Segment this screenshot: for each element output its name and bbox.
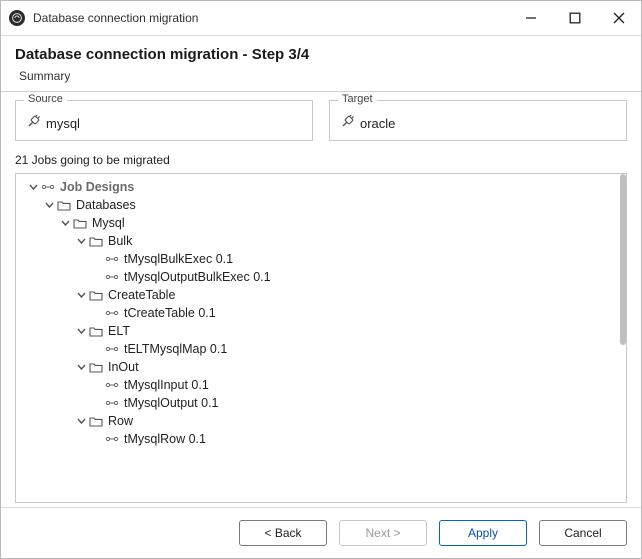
summary-area: 21 Jobs going to be migrated Job Designs… — [1, 151, 641, 507]
job-icon — [104, 270, 120, 284]
source-legend: Source — [24, 93, 67, 105]
chevron-down-icon[interactable] — [74, 237, 88, 246]
chevron-down-icon[interactable] — [58, 219, 72, 228]
tree-job-item[interactable]: tMysqlOutputBulkExec 0.1 — [20, 268, 626, 286]
cancel-button[interactable]: Cancel — [539, 520, 627, 546]
job-icon — [104, 252, 120, 266]
job-icon — [104, 378, 120, 392]
folder-icon — [88, 234, 104, 248]
target-group: Target oracle — [329, 100, 627, 141]
folder-icon — [88, 288, 104, 302]
folder-icon — [56, 198, 72, 212]
tree-folder-label: Mysql — [92, 216, 125, 230]
tree-folder-label: CreateTable — [108, 288, 175, 302]
connection-row: Source mysql Target oracle — [1, 92, 641, 151]
chevron-down-icon[interactable] — [74, 327, 88, 336]
page-subtitle: Summary — [15, 69, 627, 83]
tree-job-item[interactable]: tMysqlBulkExec 0.1 — [20, 250, 626, 268]
wizard-header: Database connection migration - Step 3/4… — [1, 36, 641, 91]
tree-folder-label: Bulk — [108, 234, 132, 248]
target-legend: Target — [338, 93, 377, 105]
folder-icon — [88, 324, 104, 338]
tree-job-item[interactable]: tMysqlInput 0.1 — [20, 376, 626, 394]
folder-icon — [72, 216, 88, 230]
plug-icon — [26, 115, 40, 132]
jobs-tree[interactable]: Job Designs Databases Mysql Bulk — [16, 174, 626, 452]
tree-job-label: tCreateTable 0.1 — [124, 306, 216, 320]
next-button: Next > — [339, 520, 427, 546]
tree-job-label: tMysqlRow 0.1 — [124, 432, 206, 446]
minimize-button[interactable] — [509, 1, 553, 35]
tree-job-item[interactable]: tMysqlRow 0.1 — [20, 430, 626, 448]
tree-folder-label: Row — [108, 414, 133, 428]
titlebar: Database connection migration — [1, 1, 641, 36]
tree-root-label: Job Designs — [60, 180, 134, 194]
job-icon — [104, 396, 120, 410]
job-icon — [104, 306, 120, 320]
window-title: Database connection migration — [33, 11, 198, 25]
chevron-down-icon[interactable] — [74, 291, 88, 300]
target-db-name: oracle — [360, 116, 395, 131]
tree-job-label: tMysqlOutputBulkExec 0.1 — [124, 270, 271, 284]
source-db-name: mysql — [46, 116, 80, 131]
tree-root[interactable]: Job Designs — [20, 178, 626, 196]
folder-icon — [88, 360, 104, 374]
tree-folder[interactable]: ELT — [20, 322, 626, 340]
tree-folder[interactable]: Row — [20, 412, 626, 430]
jobs-count-label: 21 Jobs going to be migrated — [15, 153, 627, 167]
maximize-button[interactable] — [553, 1, 597, 35]
tree-folder-databases[interactable]: Databases — [20, 196, 626, 214]
tree-folder-label: InOut — [108, 360, 139, 374]
scrollbar[interactable] — [620, 174, 626, 345]
job-icon — [104, 342, 120, 356]
source-group: Source mysql — [15, 100, 313, 141]
wizard-button-bar: < Back Next > Apply Cancel — [1, 507, 641, 558]
close-button[interactable] — [597, 1, 641, 35]
page-title: Database connection migration - Step 3/4 — [15, 46, 627, 63]
tree-folder-label: Databases — [76, 198, 136, 212]
source-value: mysql — [26, 115, 302, 132]
app-icon — [9, 10, 25, 26]
job-icon — [104, 432, 120, 446]
chevron-down-icon[interactable] — [74, 363, 88, 372]
chevron-down-icon[interactable] — [26, 183, 40, 192]
apply-button[interactable]: Apply — [439, 520, 527, 546]
tree-folder-label: ELT — [108, 324, 130, 338]
chevron-down-icon[interactable] — [42, 201, 56, 210]
folder-icon — [88, 414, 104, 428]
dialog-window: Database connection migration Database c… — [0, 0, 642, 559]
tree-folder[interactable]: InOut — [20, 358, 626, 376]
tree-job-label: tMysqlInput 0.1 — [124, 378, 209, 392]
chevron-down-icon[interactable] — [74, 417, 88, 426]
tree-job-label: tMysqlBulkExec 0.1 — [124, 252, 233, 266]
tree-job-label: tMysqlOutput 0.1 — [124, 396, 219, 410]
tree-job-label: tELTMysqlMap 0.1 — [124, 342, 227, 356]
target-value: oracle — [340, 115, 616, 132]
tree-folder[interactable]: CreateTable — [20, 286, 626, 304]
tree-container: Job Designs Databases Mysql Bulk — [15, 173, 627, 503]
back-button[interactable]: < Back — [239, 520, 327, 546]
tree-folder[interactable]: Bulk — [20, 232, 626, 250]
tree-folder-mysql[interactable]: Mysql — [20, 214, 626, 232]
tree-job-item[interactable]: tMysqlOutput 0.1 — [20, 394, 626, 412]
job-designs-icon — [40, 180, 56, 194]
tree-job-item[interactable]: tCreateTable 0.1 — [20, 304, 626, 322]
plug-icon — [340, 115, 354, 132]
tree-job-item[interactable]: tELTMysqlMap 0.1 — [20, 340, 626, 358]
